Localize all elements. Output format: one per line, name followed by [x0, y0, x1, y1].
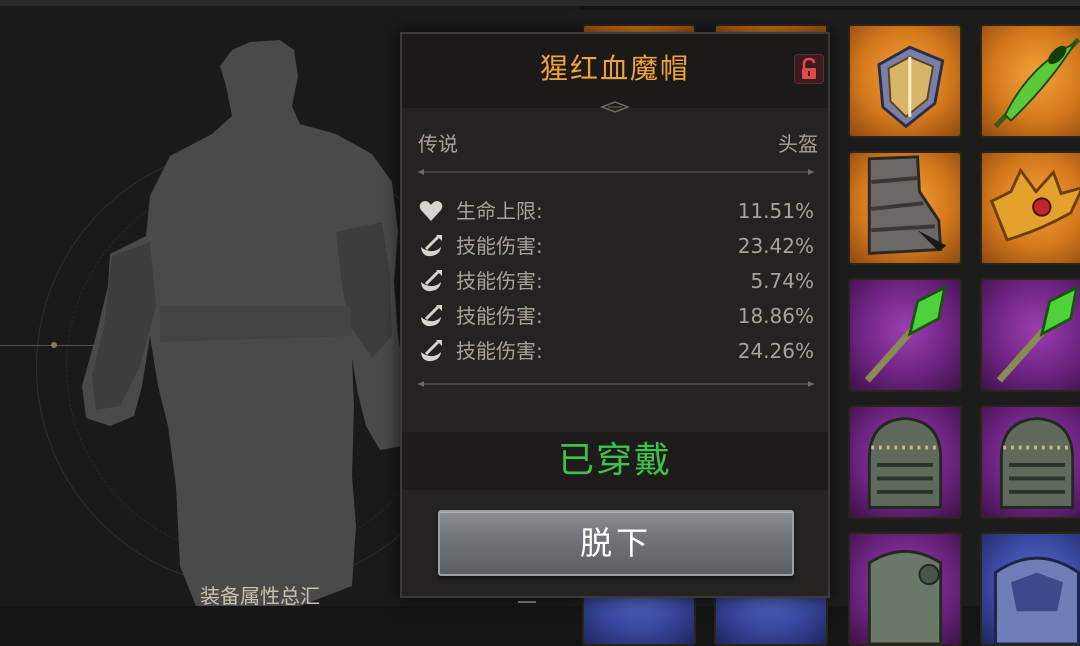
stat-row: 技能伤害: 24.26% — [418, 334, 814, 369]
divider — [418, 381, 814, 387]
stat-value: 5.74% — [750, 269, 814, 293]
inventory-slot[interactable] — [848, 24, 962, 138]
stat-value: 24.26% — [737, 339, 814, 363]
item-meta: 传说 头盔 — [418, 128, 818, 158]
skill-damage-icon — [421, 340, 442, 362]
inventory-slot[interactable] — [980, 278, 1080, 392]
unequip-button[interactable]: 脱下 — [438, 510, 794, 576]
helmet-icon — [999, 417, 1075, 509]
item-rarity: 传说 — [418, 132, 458, 156]
item-slot: 头盔 — [778, 132, 818, 156]
crown-icon — [989, 167, 1080, 242]
skill-damage-icon — [421, 235, 442, 257]
stat-list: 生命上限: 11.51% 技能伤害: 23.42% 技能伤害: 5.74% 技能… — [418, 194, 814, 369]
tooltip-header: 猩红血魔帽 — [402, 34, 828, 108]
staff-icon — [996, 285, 1079, 383]
unlock-icon — [802, 57, 816, 79]
stat-value: 11.51% — [737, 199, 814, 223]
stat-row: 技能伤害: 5.74% — [418, 264, 814, 299]
stat-name: 技能伤害: — [456, 304, 543, 328]
inventory-slot[interactable] — [848, 405, 962, 519]
skill-damage-icon — [421, 270, 442, 292]
inventory-slot[interactable] — [980, 151, 1080, 265]
stat-name: 技能伤害: — [456, 269, 543, 293]
skill-damage-icon — [421, 305, 442, 327]
stat-value: 18.86% — [737, 304, 814, 328]
item-tooltip: 猩红血魔帽 传说 头盔 生命上限: 11.51% 技能伤害: 23.42% 技能… — [400, 32, 830, 598]
stat-row: 生命上限: 11.51% — [418, 194, 814, 229]
feather-icon — [993, 37, 1080, 129]
divider — [418, 169, 814, 175]
stat-row: 技能伤害: 23.42% — [418, 229, 814, 264]
shield-icon — [877, 45, 945, 129]
armor-icon — [867, 550, 943, 644]
inventory-slot[interactable] — [848, 278, 962, 392]
inventory-slot[interactable] — [848, 151, 962, 265]
helmet-icon — [867, 417, 943, 509]
heart-icon — [419, 201, 443, 221]
armor-icon — [994, 556, 1080, 644]
equip-status-bar: 已穿戴 — [402, 432, 828, 490]
staff-icon — [864, 285, 947, 383]
equipment-summary-label[interactable]: 装备属性总汇 — [150, 580, 370, 606]
header-ornament — [599, 101, 631, 113]
lock-button[interactable] — [794, 54, 824, 84]
menu-icon[interactable] — [516, 600, 538, 606]
inventory-slot[interactable] — [980, 532, 1080, 646]
stat-name: 生命上限: — [456, 199, 543, 223]
boots-icon — [867, 155, 947, 255]
inventory-slot[interactable] — [980, 405, 1080, 519]
inventory-slot[interactable] — [980, 24, 1080, 138]
equip-status: 已穿戴 — [557, 440, 672, 481]
stat-name: 技能伤害: — [456, 339, 543, 363]
inventory-slot[interactable] — [848, 532, 962, 646]
stat-row: 技能伤害: 18.86% — [418, 299, 814, 334]
item-name: 猩红血魔帽 — [539, 52, 690, 85]
stat-name: 技能伤害: — [456, 234, 543, 258]
stat-value: 23.42% — [737, 234, 814, 258]
